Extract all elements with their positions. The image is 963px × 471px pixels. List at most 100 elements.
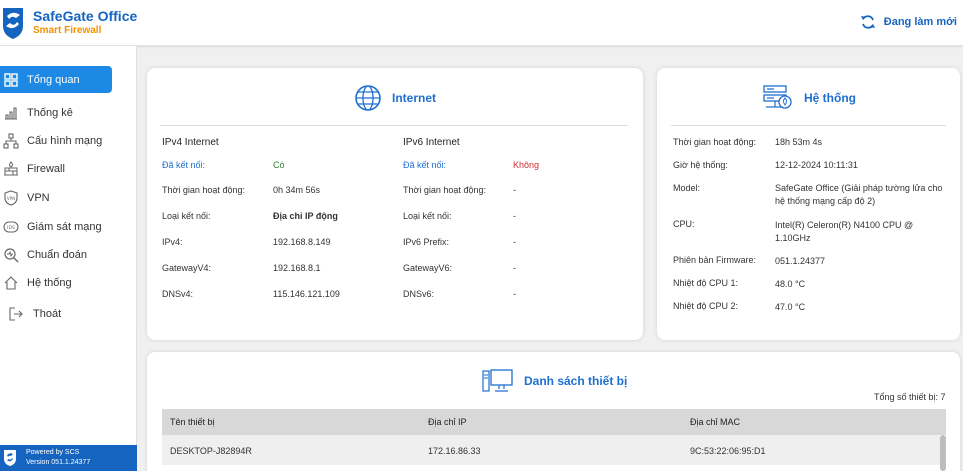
ipv6-label: IPv6 Prefix: <box>403 237 450 247</box>
ipv4-label: IPv4: <box>162 237 183 247</box>
device-mac-cell: 9C:53:22:06:95:D1 <box>690 446 766 456</box>
system-value: 12-12-2024 10:11:31 <box>775 160 858 170</box>
safegate-logo-icon <box>4 450 16 466</box>
network-icon <box>3 133 19 149</box>
system-title: Hệ thống <box>804 91 856 105</box>
system-value: 47.0 °C <box>775 302 806 312</box>
ipv6-label: Thời gian hoạt động: <box>403 185 486 195</box>
ipv4-label: Đã kết nối: <box>162 160 206 170</box>
ipv6-label: Loại kết nối: <box>403 211 452 221</box>
ipv6-value: - <box>513 237 516 247</box>
sidebar-item-firewall[interactable]: Firewall <box>0 156 136 182</box>
svg-text:VPN: VPN <box>7 196 15 201</box>
system-label: Nhiệt độ CPU 1: <box>673 278 739 288</box>
ipv4-heading: IPv4 Internet <box>162 137 219 148</box>
ipv6-heading: IPv6 Internet <box>403 137 460 148</box>
ipv6-value: - <box>513 289 516 299</box>
ipv6-value: - <box>513 211 516 221</box>
ipv6-label: DNSv6: <box>403 289 435 299</box>
system-label: Model: <box>673 183 701 193</box>
computer-icon <box>482 369 513 392</box>
safegate-logo-icon <box>3 8 23 39</box>
ipv4-value: Có <box>273 160 285 170</box>
internet-card-title: Internet <box>354 84 436 112</box>
sidebar-item-cau-hinh-mang[interactable]: Cấu hình mạng <box>0 128 136 154</box>
table-row[interactable]: DESKTOP-J82894R 172.16.86.33 9C:53:22:06… <box>162 435 940 465</box>
system-label: Giờ hệ thống: <box>673 160 728 170</box>
system-label: CPU: <box>673 219 695 229</box>
firewall-icon <box>4 161 18 176</box>
device-ip-cell: 172.16.86.33 <box>428 446 481 456</box>
sidebar-item-label: Hệ thống <box>27 277 72 289</box>
sidebar-item-tong-quan[interactable]: Tổng quan <box>0 66 112 93</box>
ipv6-label: Đã kết nối: <box>403 160 447 170</box>
system-value: 051.1.24377 <box>775 256 826 266</box>
sidebar-item-vpn[interactable]: VPN VPN <box>0 185 136 211</box>
refresh-label: Đang làm mới <box>883 16 957 28</box>
ipv4-value: 115.146.121.109 <box>273 289 340 299</box>
ipv4-label: GatewayV4: <box>162 263 212 273</box>
bar-chart-icon <box>5 107 17 120</box>
ipv6-label: GatewayV6: <box>403 263 453 273</box>
sidebar-item-label: Giám sát mạng <box>27 221 102 233</box>
ipv6-value: - <box>513 185 516 195</box>
magnifier-icon <box>4 248 19 263</box>
system-label: Thời gian hoạt động: <box>673 137 756 147</box>
system-value: 18h 53m 4s <box>775 137 823 147</box>
ipv4-label: DNSv4: <box>162 289 194 299</box>
ipv4-label: Thời gian hoạt động: <box>162 185 245 195</box>
dashboard-icon <box>4 72 18 87</box>
ipv6-value: - <box>513 263 516 273</box>
ids-icon: IDS <box>3 221 19 233</box>
shield-vpn-icon: VPN <box>4 190 18 206</box>
sidebar: Tổng quan Thống kê Cấu hình mạng Firewal… <box>0 46 137 471</box>
ipv4-value: 192.168.8.149 <box>273 237 331 247</box>
device-name-cell: DESKTOP-J82894R <box>170 446 252 456</box>
footer-powered-by: Powered by SCS <box>26 449 80 456</box>
svg-text:IDS: IDS <box>7 225 15 231</box>
home-icon <box>4 276 18 290</box>
divider <box>160 125 628 126</box>
server-icon <box>763 85 792 109</box>
column-header-mac[interactable]: Địa chỉ MAC <box>690 417 740 427</box>
device-total-count: Tổng số thiết bị: 7 <box>874 392 946 402</box>
ipv6-value: Không <box>513 160 540 170</box>
divider <box>671 125 946 126</box>
device-list-title: Danh sách thiết bị <box>482 368 627 394</box>
sidebar-item-label: Thoát <box>33 308 62 320</box>
sidebar-item-thong-ke[interactable]: Thống kê <box>0 100 136 126</box>
footer-version: Version 051.1.24377 <box>26 459 91 466</box>
logout-icon <box>9 307 23 321</box>
device-list-title-text: Danh sách thiết bị <box>524 374 628 388</box>
sidebar-footer: Powered by SCS Version 051.1.24377 <box>0 445 137 471</box>
refresh-button[interactable]: Đang làm mới <box>860 14 957 30</box>
ipv4-value: Địa chỉ IP động <box>273 211 338 221</box>
sidebar-item-chuan-doan[interactable]: Chuẩn đoán <box>0 242 136 268</box>
brand-title: SafeGate Office <box>33 8 138 24</box>
system-value: Intel(R) Celeron(R) N4100 CPU @ 1.10GHz <box>775 220 914 243</box>
sidebar-item-giam-sat-mang[interactable]: IDS Giám sát mạng <box>0 214 136 240</box>
sidebar-item-label: Tổng quan <box>27 73 80 86</box>
ipv4-value: 192.168.8.1 <box>273 263 321 273</box>
sidebar-item-thoat[interactable]: Thoát <box>0 301 136 327</box>
sidebar-item-he-thong[interactable]: Hệ thống <box>0 270 136 296</box>
ipv4-value: 0h 34m 56s <box>273 185 321 195</box>
system-card-title: Hệ thống <box>762 84 856 112</box>
ipv4-label: Loại kết nối: <box>162 211 211 221</box>
top-header: SafeGate Office Smart Firewall Đang làm … <box>0 0 963 46</box>
sidebar-item-label: Chuẩn đoán <box>27 249 87 261</box>
internet-title: Internet <box>392 91 437 105</box>
system-label: Phiên bản Firmware: <box>673 255 757 265</box>
sidebar-item-label: Thống kê <box>27 107 73 119</box>
refresh-icon <box>860 15 875 29</box>
sidebar-item-label: Firewall <box>27 163 65 175</box>
table-scrollbar[interactable] <box>940 435 946 471</box>
brand-subtitle: Smart Firewall <box>33 25 102 36</box>
sidebar-item-label: Cấu hình mạng <box>27 135 103 147</box>
system-value: SafeGate Office (Giải pháp tường lửa cho… <box>775 183 943 206</box>
system-value: 48.0 °C <box>775 279 806 289</box>
device-table-header: Tên thiết bị Địa chỉ IP Địa chỉ MAC <box>162 409 946 435</box>
column-header-ip[interactable]: Địa chỉ IP <box>428 417 467 427</box>
system-label: Nhiệt độ CPU 2: <box>673 301 739 311</box>
column-header-device-name[interactable]: Tên thiết bị <box>170 417 215 427</box>
